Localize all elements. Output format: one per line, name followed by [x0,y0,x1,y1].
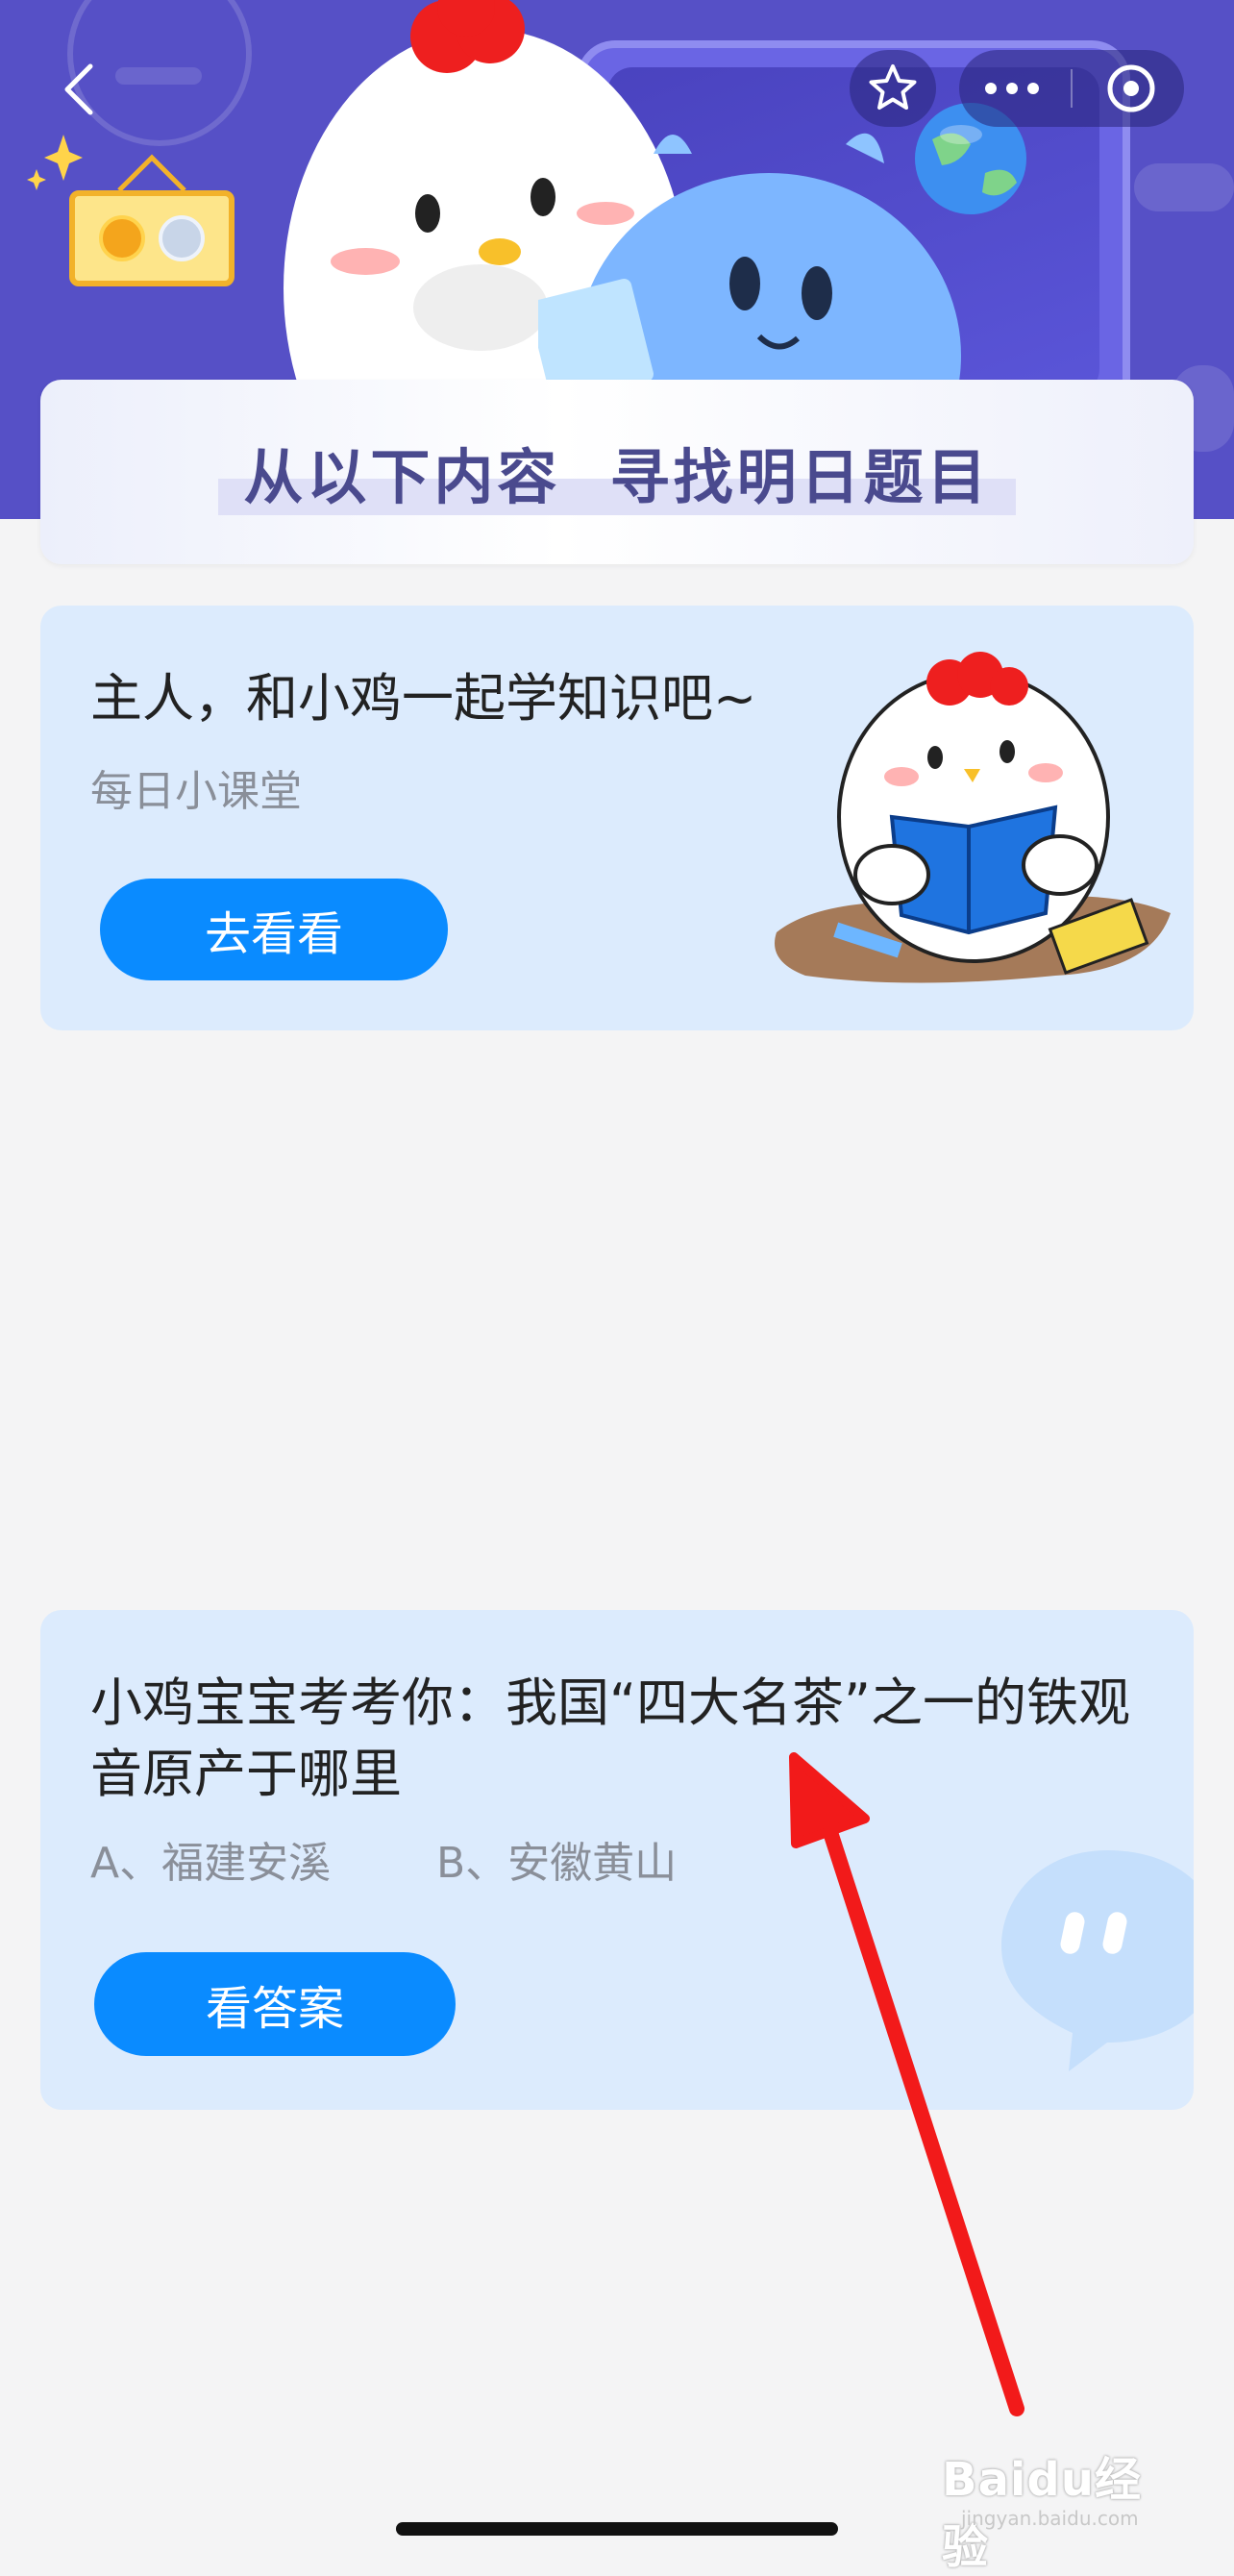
favorite-button[interactable] [850,50,936,127]
option-b: B、安徽黄山 [436,1839,678,1888]
card-subtitle: 每日小课堂 [90,767,302,816]
blue-mascot-illustration [538,133,961,413]
hanging-string [117,154,186,192]
star-icon [869,64,917,110]
banner-title: 从以下内容 寻找明日题目 [218,429,1016,515]
target-circle-icon [1107,64,1155,112]
sparkle-icon [27,135,83,190]
go-look-button[interactable]: 去看看 [100,879,448,980]
baidu-watermark: Baidu经验 [942,2453,1142,2574]
close-miniprogram-button[interactable] [1083,50,1179,127]
reading-chicken-illustration [775,652,1171,983]
more-button[interactable] [964,50,1060,127]
daily-lesson-card[interactable]: 主人，和小鸡一起学知识吧~ 每日小课堂 去看看 [40,606,1194,1030]
chevron-left-icon [64,63,93,115]
quiz-card: 小鸡宝宝考考你：我国“四大名茶”之一的铁观音原产于哪里 A、福建安溪 B、安徽黄… [40,1610,1194,2110]
silver-medal-icon [159,215,205,261]
back-button[interactable] [50,56,108,123]
capsule-divider [1070,69,1073,108]
watermark-url: jingyan.baidu.com [961,2507,1139,2530]
decor-bar [1134,163,1234,211]
more-dots-icon [985,83,1040,94]
option-a: A、福建安溪 [90,1839,332,1888]
home-indicator[interactable] [396,2522,838,2536]
decor-bar [115,67,202,85]
medal-board-icon [69,190,234,286]
view-answer-button[interactable]: 看答案 [94,1952,456,2056]
chat-bubble-icon [1001,1850,1194,2071]
mini-program-capsule [959,50,1184,127]
card-title: 主人，和小鸡一起学知识吧~ [90,668,757,729]
section-banner: 从以下内容 寻找明日题目 [40,380,1194,564]
gold-medal-icon [99,215,145,261]
quiz-question: 小鸡宝宝考考你：我国“四大名茶”之一的铁观音原产于哪里 [90,1672,1130,1804]
